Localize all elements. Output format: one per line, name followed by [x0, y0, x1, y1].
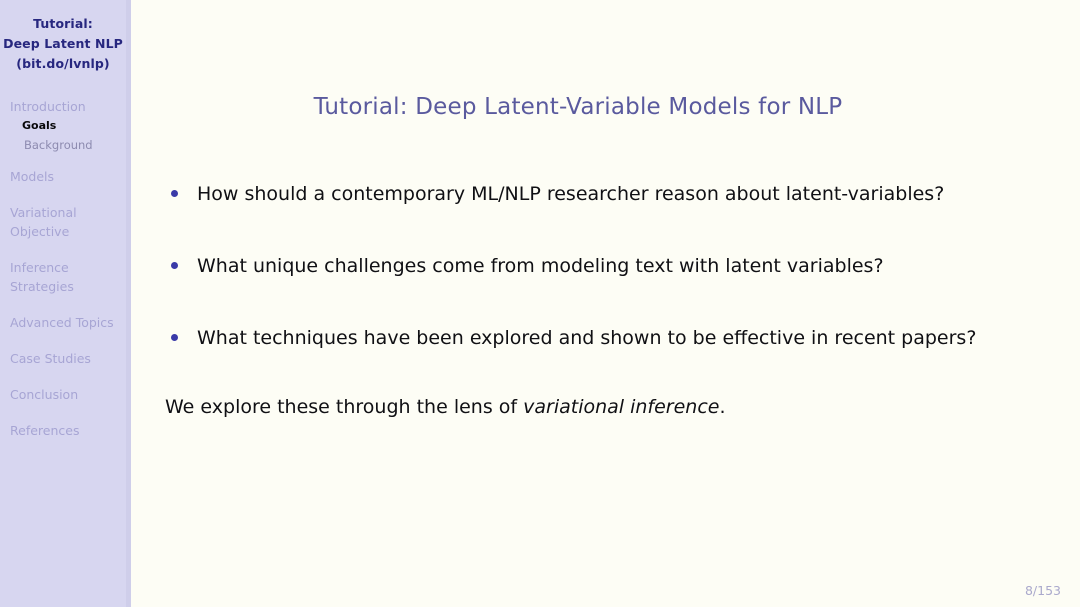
sidebar-item-label-goals: Goals: [22, 119, 57, 132]
sidebar-navigation: Tutorial: Deep Latent NLP (bit.do/lvnlp)…: [0, 0, 131, 607]
sidebar-item-label-objective: Objective: [10, 224, 70, 239]
bullet-text: How should a contemporary ML/NLP researc…: [197, 183, 945, 205]
bullet-item: What unique challenges come from modelin…: [165, 246, 1003, 286]
sidebar-item-label-models: Models: [10, 169, 55, 184]
sidebar-item-label-references: References: [10, 423, 80, 438]
sidebar-item-label-advanced-topics: Advanced Topics: [10, 315, 114, 330]
sidebar-item-advanced-topics[interactable]: Advanced Topics: [0, 313, 126, 332]
sidebar-item-case-studies[interactable]: Case Studies: [0, 349, 126, 368]
sidebar-item-introduction[interactable]: Introduction Goals Background: [0, 97, 126, 154]
sidebar-header-line-3: (bit.do/lvnlp): [16, 56, 110, 71]
sidebar-item-references[interactable]: References: [0, 421, 126, 440]
sidebar-nav-list: Introduction Goals Background Models Var…: [0, 97, 126, 440]
sidebar-item-models[interactable]: Models: [0, 167, 126, 186]
sidebar-item-label-introduction: Introduction: [10, 99, 86, 114]
page-number: 8/153: [1024, 583, 1061, 598]
presentation-slide: Tutorial: Deep Latent NLP (bit.do/lvnlp)…: [0, 0, 1080, 607]
sidebar-item-inference-strategies[interactable]: Inference Strategies: [0, 258, 126, 296]
bullet-text: What unique challenges come from modelin…: [197, 255, 884, 277]
sidebar-header: Tutorial: Deep Latent NLP (bit.do/lvnlp): [0, 0, 126, 74]
sidebar-header-line-1: Tutorial:: [33, 16, 93, 31]
sidebar-item-label-conclusion: Conclusion: [10, 387, 79, 402]
bullet-dot-icon: [171, 262, 178, 269]
sidebar-item-label-inference: Inference: [10, 260, 69, 275]
bullet-dot-icon: [171, 190, 178, 197]
sidebar-item-label-case-studies: Case Studies: [10, 351, 91, 366]
slide-content-area: Tutorial: Deep Latent-Variable Models fo…: [131, 0, 1080, 607]
bullet-text: What techniques have been explored and s…: [197, 327, 977, 349]
bullet-list: How should a contemporary ML/NLP researc…: [165, 174, 1046, 358]
sidebar-header-line-2: Deep Latent NLP: [3, 36, 123, 51]
closing-emphasis: variational inference: [523, 396, 720, 418]
sidebar-item-background[interactable]: Background: [10, 136, 126, 154]
slide-title: Tutorial: Deep Latent-Variable Models fo…: [313, 94, 843, 120]
sidebar-item-goals[interactable]: Goals: [10, 117, 126, 135]
closing-statement: We explore these through the lens of var…: [165, 390, 1046, 424]
sidebar-item-label-variational: Variational: [10, 205, 77, 220]
closing-prefix: We explore these through the lens of: [165, 396, 524, 418]
sidebar-item-conclusion[interactable]: Conclusion: [0, 385, 126, 404]
sidebar-item-label-background: Background: [24, 138, 93, 152]
bullet-item: What techniques have been explored and s…: [165, 318, 1003, 358]
sidebar-item-label-strategies: Strategies: [10, 279, 74, 294]
slide-body: How should a contemporary ML/NLP researc…: [165, 174, 1046, 424]
sidebar-item-variational-objective[interactable]: Variational Objective: [0, 203, 126, 241]
bullet-item: How should a contemporary ML/NLP researc…: [165, 174, 1003, 214]
bullet-dot-icon: [171, 334, 178, 341]
closing-suffix: .: [719, 396, 726, 418]
